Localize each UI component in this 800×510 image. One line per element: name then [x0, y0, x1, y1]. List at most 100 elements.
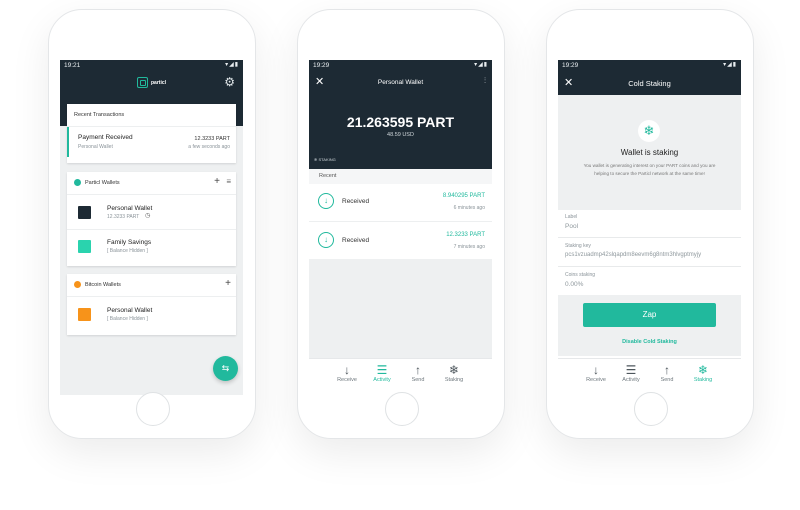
wallet-name: Family Savings	[107, 239, 152, 246]
particl-coin-icon	[74, 179, 81, 186]
wallet-icon	[78, 308, 91, 321]
list-icon: ☰	[376, 363, 388, 377]
gear-icon[interactable]: ⚙	[224, 75, 235, 89]
tx-amount: 12.3233 PART	[194, 136, 230, 142]
phone-wallet-activity: 19:29 ▾◢▮ ✕ Personal Wallet ⫶ 21.263595 …	[297, 9, 505, 439]
list-icon: ☰	[625, 363, 637, 377]
wallet-row[interactable]: Family Savings [ Balance Hidden ]	[67, 230, 236, 264]
recent-transactions-card: Recent Transactions Payment Received Per…	[67, 104, 236, 163]
staking-badge-text: STAKING	[318, 157, 336, 162]
wallet-name: Personal Wallet	[107, 307, 153, 314]
nav-label: Staking	[444, 377, 464, 383]
wallet-icon	[78, 206, 91, 219]
receive-arrow-icon: ↓	[318, 232, 334, 248]
home-button	[136, 392, 170, 426]
activity-row[interactable]: ↓ Received 8.940295 PART 6 minutes ago	[309, 184, 492, 222]
arrow-up-icon: ↑	[664, 363, 670, 377]
phone-cold-staking: 19:29 ▾◢▮ ✕ Cold Staking ❄ Wallet is sta…	[546, 9, 754, 439]
snowflake-icon: ❄	[638, 120, 660, 142]
snowflake-icon: ❄	[314, 157, 318, 162]
wallet-title: Personal Wallet	[377, 79, 424, 86]
tx-title: Payment Received	[78, 134, 133, 141]
activity-label: Received	[342, 237, 370, 244]
activity-label: Received	[342, 198, 370, 205]
activity-time: 6 minutes ago	[453, 205, 485, 211]
transaction-row[interactable]: Payment Received Personal Wallet 12.3233…	[67, 127, 236, 157]
nav-label: Activity	[373, 377, 391, 383]
zap-button[interactable]: Zap	[583, 303, 716, 327]
arrow-down-icon: ↓	[593, 363, 599, 377]
coins-staking-field: Coins staking 0.00%	[558, 267, 741, 295]
nav-staking[interactable]: ❄ Staking	[434, 363, 474, 383]
nav-receive[interactable]: ↓ Receive	[576, 363, 616, 383]
wallet-header: ✕ Personal Wallet ⫶ 21.263595 PART 48.59…	[309, 71, 492, 169]
field-label: Coins staking	[565, 272, 596, 278]
clock-icon: ◷	[145, 213, 151, 219]
nav-staking[interactable]: ❄ Staking	[683, 363, 723, 383]
status-time: 19:29	[313, 62, 330, 69]
add-wallet-icon[interactable]: +	[225, 278, 231, 289]
field-label: Staking key	[565, 243, 591, 249]
wallet-usd: 48.59 USD	[387, 132, 414, 138]
particl-logo-icon	[137, 77, 148, 88]
bottom-nav: ↓ Receive ☰ Activity ↑ Send ❄ Staking	[558, 358, 741, 395]
nav-label: Receive	[586, 377, 606, 383]
particl-wallets-label: Particl Wallets	[85, 180, 120, 186]
screen-activity: 19:29 ▾◢▮ ✕ Personal Wallet ⫶ 21.263595 …	[309, 60, 492, 395]
label-field[interactable]: Label Pool	[558, 210, 741, 238]
status-bar: 19:29 ▾◢▮	[309, 60, 492, 71]
nav-label: Activity	[622, 377, 640, 383]
screen-cold-staking: 19:29 ▾◢▮ ✕ Cold Staking ❄ Wallet is sta…	[558, 60, 741, 395]
nav-activity[interactable]: ☰ Activity	[362, 363, 402, 383]
cold-staking-title: Cold Staking	[628, 79, 671, 88]
activity-amount: 12.3233 PART	[446, 232, 485, 238]
home-button	[634, 392, 668, 426]
wallet-detail: [ Balance Hidden ]	[107, 248, 148, 254]
cold-staking-header: ✕ Cold Staking	[558, 71, 741, 95]
particl-wallets-card: Particl Wallets + ≡ Personal Wallet 12.3…	[67, 172, 236, 266]
nav-label: Receive	[337, 377, 357, 383]
home-button	[385, 392, 419, 426]
wallet-row[interactable]: Personal Wallet 12.3233 PART ◷	[67, 195, 236, 230]
disable-cold-staking-link[interactable]: Disable Cold Staking	[558, 339, 741, 345]
settings-sliders-icon[interactable]: ⫶	[484, 76, 486, 86]
nav-label: Send	[660, 377, 674, 383]
logo-text: particl	[151, 80, 167, 86]
add-wallet-icon[interactable]: +	[214, 176, 220, 187]
bitcoin-wallets-label: Bitcoin Wallets	[85, 282, 121, 288]
nav-receive[interactable]: ↓ Receive	[327, 363, 367, 383]
activity-time: 7 minutes ago	[453, 244, 485, 250]
nav-send[interactable]: ↑ Send	[647, 363, 687, 383]
status-time: 19:29	[562, 62, 579, 69]
arrow-up-icon: ↑	[415, 363, 421, 377]
staking-badge: ❄ STAKING	[314, 157, 336, 162]
bitcoin-wallets-card: Bitcoin Wallets + Personal Wallet [ Bala…	[67, 274, 236, 335]
receive-arrow-icon: ↓	[318, 193, 334, 209]
wallet-detail: 12.3233 PART	[107, 214, 140, 220]
activity-row[interactable]: ↓ Received 12.3233 PART 7 minutes ago	[309, 222, 492, 259]
nav-activity[interactable]: ☰ Activity	[611, 363, 651, 383]
wallet-row[interactable]: Personal Wallet [ Balance Hidden ]	[67, 297, 236, 333]
screen-wallets: 19:21 ▾◢▮ particl ⚙ Recent Transactions …	[60, 60, 243, 395]
bottom-nav: ↓ Receive ☰ Activity ↑ Send ❄ Staking	[309, 358, 492, 395]
wallet-icon	[78, 240, 91, 253]
activity-amount: 8.940295 PART	[442, 193, 485, 199]
tx-time: a few seconds ago	[188, 144, 230, 150]
snowflake-icon: ❄	[448, 363, 460, 377]
wallet-balance: 21.263595 PART	[346, 114, 455, 130]
field-value: Pool	[565, 223, 579, 230]
staking-status-text: You wallet is generating interest on you…	[583, 163, 716, 176]
status-bar: 19:21 ▾◢▮	[60, 60, 243, 71]
signal-icon: ▾◢▮	[225, 62, 239, 68]
staking-status-panel: ❄ Wallet is staking You wallet is genera…	[558, 95, 741, 210]
arrow-down-icon: ↓	[344, 363, 350, 377]
nav-send[interactable]: ↑ Send	[398, 363, 438, 383]
signal-icon: ▾◢▮	[474, 62, 488, 68]
menu-icon[interactable]: ≡	[226, 177, 231, 186]
staking-key-field[interactable]: Staking key pcs1vzuadmp42slqapdm8eevm6g8…	[558, 238, 741, 267]
tx-subtitle: Personal Wallet	[78, 144, 113, 150]
field-label: Label	[565, 214, 578, 220]
wallet-detail: [ Balance Hidden ]	[107, 316, 148, 322]
bitcoin-wallets-header: Bitcoin Wallets +	[67, 274, 236, 297]
transfer-fab-button[interactable]: ⇆	[213, 356, 238, 381]
